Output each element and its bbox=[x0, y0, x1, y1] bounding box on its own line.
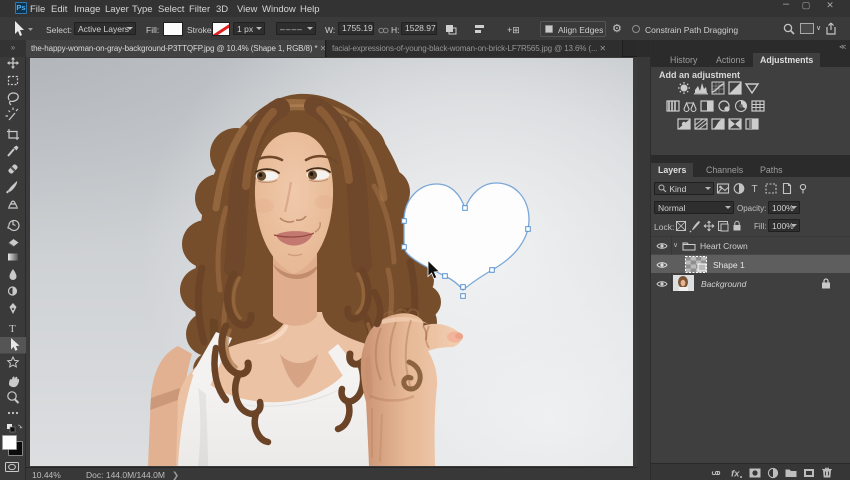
svg-text:fx: fx bbox=[731, 469, 740, 480]
svg-text:+⊞: +⊞ bbox=[507, 25, 520, 35]
svg-text:T: T bbox=[9, 323, 16, 335]
svg-text:T: T bbox=[752, 184, 758, 195]
